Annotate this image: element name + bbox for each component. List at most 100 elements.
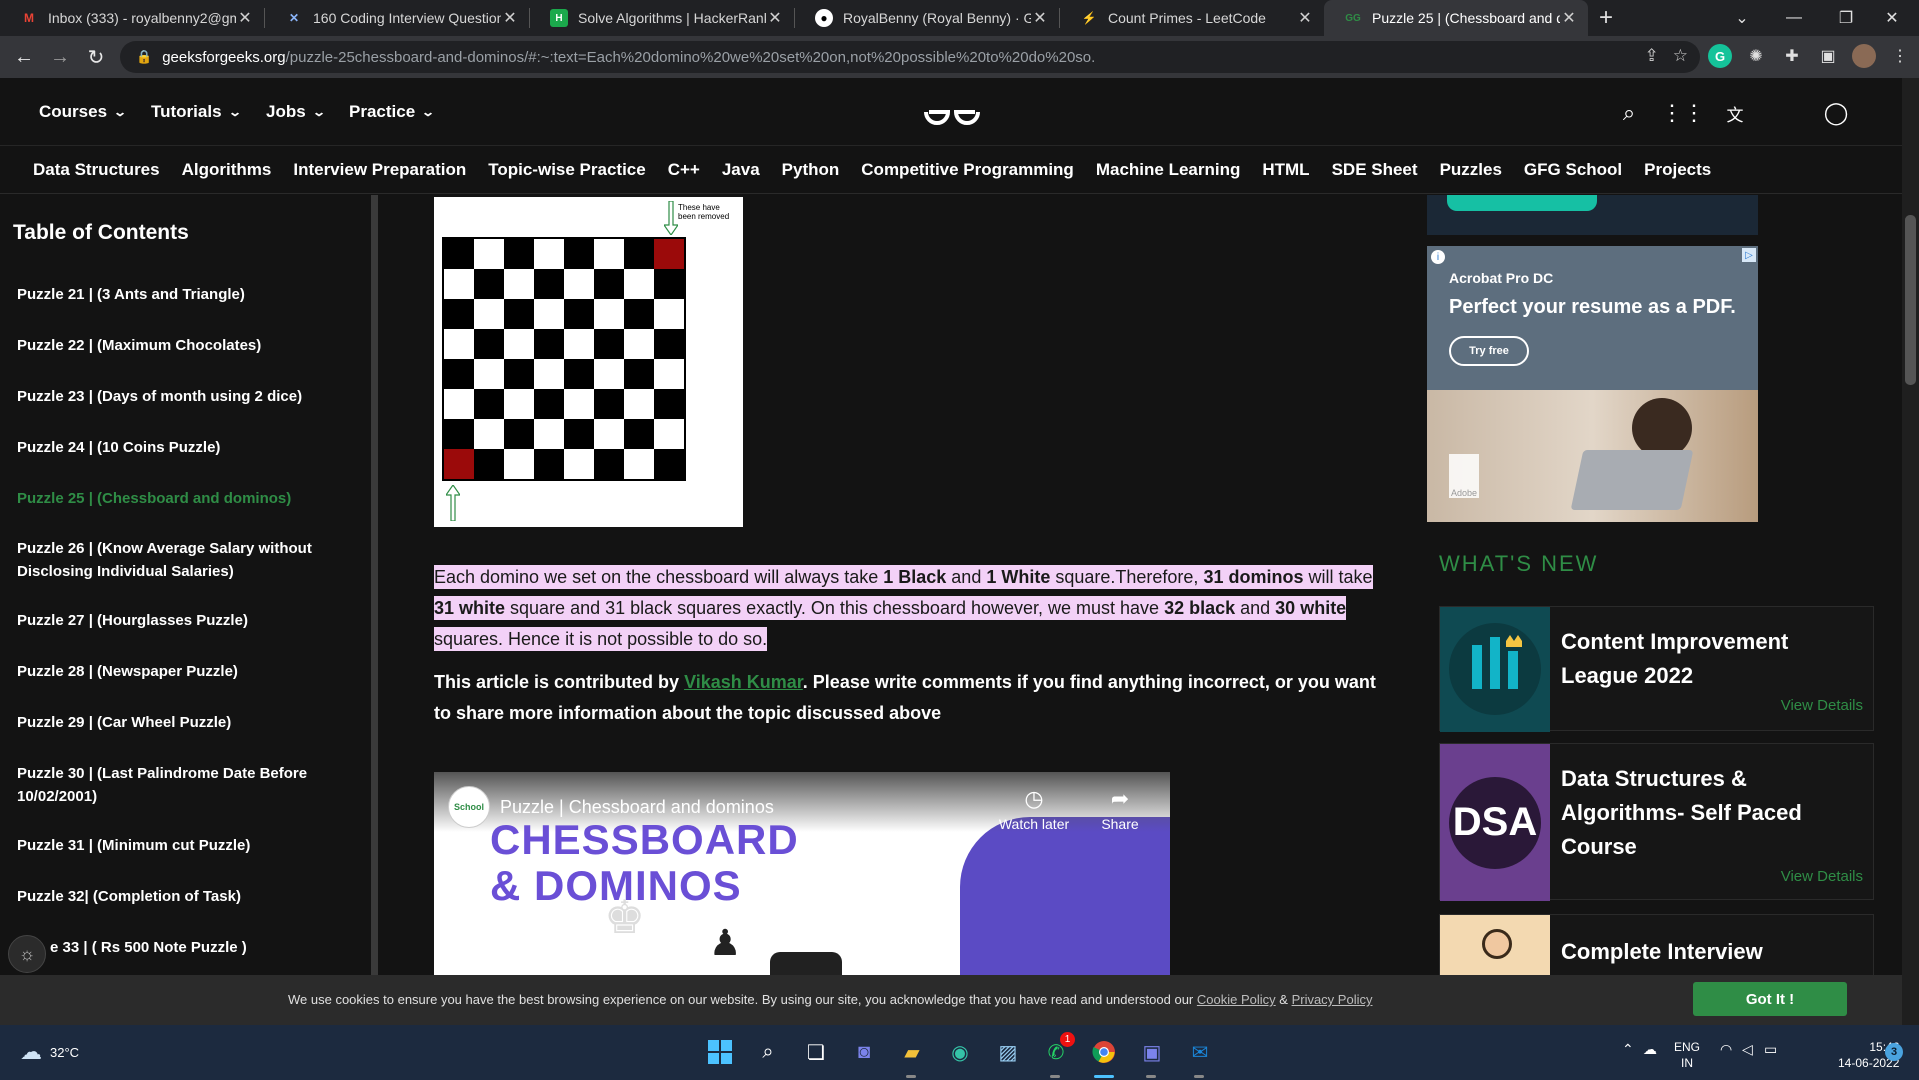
extension-icon[interactable]: ✺ <box>1744 44 1768 68</box>
ad-banner-button[interactable] <box>1447 195 1597 211</box>
toc-item[interactable]: e 33 | ( Rs 500 Note Puzzle ) <box>50 936 370 959</box>
toc-item[interactable]: Puzzle 21 | (3 Ants and Triangle) <box>17 283 337 306</box>
cookie-policy-link[interactable]: Cookie Policy <box>1197 992 1276 1007</box>
browser-tab[interactable]: H Solve Algorithms | HackerRank ✕ <box>530 0 794 36</box>
close-icon[interactable]: ✕ <box>501 8 519 28</box>
volume-icon[interactable]: ◁ <box>1742 1041 1753 1058</box>
toc-item[interactable]: Puzzle 29 | (Car Wheel Puzzle) <box>17 711 337 734</box>
close-icon[interactable]: ✕ <box>1031 8 1049 28</box>
toc-item[interactable]: Puzzle 30 | (Last Palindrome Date Before… <box>17 762 337 808</box>
toc-item[interactable]: Puzzle 32| (Completion of Task) <box>17 885 337 908</box>
toc-item[interactable]: Puzzle 24 | (10 Coins Puzzle) <box>17 436 337 459</box>
weather-widget[interactable]: ☁ 32°C <box>20 1039 79 1065</box>
wifi-icon[interactable]: ◠ <box>1720 1041 1732 1058</box>
forward-icon[interactable]: → <box>42 39 78 75</box>
toc-item[interactable]: Puzzle 23 | (Days of month using 2 dice) <box>17 385 337 408</box>
video-title[interactable]: Puzzle | Chessboard and dominos <box>500 797 774 818</box>
subnav-machine-learning[interactable]: Machine Learning <box>1096 160 1241 180</box>
watch-later-button[interactable]: ◷ Watch later <box>994 786 1074 832</box>
advertisement[interactable]: i ▷ Acrobat Pro DC Perfect your resume a… <box>1427 246 1758 522</box>
page-scrollbar-thumb[interactable] <box>1905 215 1916 385</box>
video-player[interactable]: School Puzzle | Chessboard and dominos C… <box>434 772 1170 975</box>
view-details-link[interactable]: View Details <box>1781 868 1863 885</box>
news-card[interactable]: Content Improvement League 2022 View Det… <box>1439 606 1874 732</box>
subnav-puzzles[interactable]: Puzzles <box>1440 160 1502 180</box>
window-close-icon[interactable]: ✕ <box>1866 0 1918 36</box>
subnav-java[interactable]: Java <box>722 160 760 180</box>
settings-gear-icon[interactable]: ☼ <box>8 935 46 973</box>
subnav-projects[interactable]: Projects <box>1644 160 1711 180</box>
close-icon[interactable]: ✕ <box>1296 8 1314 28</box>
subnav-algorithms[interactable]: Algorithms <box>182 160 272 180</box>
browser-tab[interactable]: M Inbox (333) - royalbenny2@gmai ✕ <box>0 0 264 36</box>
browser-tab[interactable]: ⚡ Count Primes - LeetCode ✕ <box>1060 0 1324 36</box>
toc-item[interactable]: Puzzle 22 | (Maximum Chocolates) <box>17 334 337 357</box>
play-button[interactable] <box>770 952 842 975</box>
subnav-html[interactable]: HTML <box>1262 160 1309 180</box>
chat-icon[interactable]: ◙ <box>848 1036 880 1068</box>
menu-tutorials[interactable]: Tutorials ⌄ <box>151 102 242 122</box>
battery-icon[interactable]: ▭ <box>1764 1041 1777 1058</box>
puzzle-piece-icon[interactable]: ✚ <box>1780 44 1804 68</box>
profile-avatar[interactable] <box>1852 44 1876 68</box>
card-title[interactable]: Complete Interview <box>1561 935 1861 969</box>
chrome-menu-icon[interactable]: ⋮ <box>1888 44 1912 68</box>
toc-item[interactable]: Puzzle 31 | (Minimum cut Puzzle) <box>17 834 337 857</box>
close-icon[interactable]: ✕ <box>236 8 254 28</box>
menu-practice[interactable]: Practice ⌄ <box>349 102 435 122</box>
sidebar-icon[interactable]: ▣ <box>1816 44 1840 68</box>
apps-grid-icon[interactable]: ⋮⋮ <box>1661 100 1705 126</box>
toc-item[interactable]: Puzzle 26 | (Know Average Salary without… <box>17 537 337 583</box>
search-icon[interactable]: ⌕ <box>1616 100 1642 126</box>
task-view-icon[interactable]: ❏ <box>800 1036 832 1068</box>
subnav-interview-preparation[interactable]: Interview Preparation <box>293 160 466 180</box>
news-card[interactable]: DSA Data Structures & Algorithms- Self P… <box>1439 743 1874 901</box>
subnav-gfg-school[interactable]: GFG School <box>1524 160 1622 180</box>
browser-tab[interactable]: ● RoyalBenny (Royal Benny) · GitHu ✕ <box>795 0 1059 36</box>
card-title[interactable]: Content Improvement League 2022 <box>1561 625 1861 693</box>
news-card[interactable]: Complete Interview <box>1439 914 1874 984</box>
toc-scrollbar[interactable] <box>371 195 378 975</box>
card-title[interactable]: Data Structures & Algorithms- Self Paced… <box>1561 762 1861 864</box>
bookmark-star-icon[interactable]: ☆ <box>1673 46 1688 66</box>
toc-item-current[interactable]: Puzzle 25 | (Chessboard and dominos) <box>17 487 337 510</box>
cookie-accept-button[interactable]: Got It ! <box>1693 982 1847 1016</box>
new-tab-button[interactable]: + <box>1588 0 1624 36</box>
browser-tab-active[interactable]: GG Puzzle 25 | (Chessboard and dom ✕ <box>1324 0 1588 36</box>
subnav-cpp[interactable]: C++ <box>668 160 700 180</box>
privacy-policy-link[interactable]: Privacy Policy <box>1292 992 1373 1007</box>
chevron-up-icon[interactable]: ⌃ <box>1622 1041 1634 1058</box>
gfg-logo[interactable] <box>920 92 984 132</box>
subnav-topic-wise-practice[interactable]: Topic-wise Practice <box>488 160 645 180</box>
file-explorer-icon[interactable]: ▰ <box>896 1036 928 1068</box>
view-details-link[interactable]: View Details <box>1781 697 1863 714</box>
edge-icon[interactable]: ◉ <box>944 1036 976 1068</box>
toc-item[interactable]: Puzzle 28 | (Newspaper Puzzle) <box>17 660 337 683</box>
teams-icon[interactable]: ▣ <box>1136 1036 1168 1068</box>
ad-choices-icon[interactable]: ▷ <box>1742 248 1756 262</box>
share-button[interactable]: ➦ Share <box>1080 786 1160 832</box>
menu-jobs[interactable]: Jobs ⌄ <box>266 102 326 122</box>
close-icon[interactable]: ✕ <box>766 8 784 28</box>
close-icon[interactable]: ✕ <box>1560 8 1578 28</box>
author-link[interactable]: Vikash Kumar <box>684 672 803 692</box>
restore-icon[interactable]: ❐ <box>1820 0 1872 36</box>
browser-tab[interactable]: ✕ 160 Coding Interview Questions ✕ <box>265 0 529 36</box>
subnav-competitive-programming[interactable]: Competitive Programming <box>861 160 1074 180</box>
lock-icon[interactable]: 🔒 <box>136 49 152 65</box>
grammarly-icon[interactable]: G <box>1708 44 1732 68</box>
chrome-icon[interactable] <box>1088 1036 1120 1068</box>
minimize-icon[interactable]: — <box>1768 0 1820 36</box>
tab-search-icon[interactable]: ⌄ <box>1716 0 1768 36</box>
address-bar[interactable]: 🔒 geeksforgeeks.org /puzzle-25chessboard… <box>120 41 1700 73</box>
outlook-icon[interactable]: ✉ <box>1184 1036 1216 1068</box>
translate-icon[interactable]: 文 <box>1722 100 1748 126</box>
subnav-sde-sheet[interactable]: SDE Sheet <box>1332 160 1418 180</box>
user-icon[interactable]: ◯ <box>1823 100 1849 126</box>
photos-icon[interactable]: ▨ <box>992 1036 1024 1068</box>
notification-count[interactable]: 3 <box>1885 1043 1903 1061</box>
channel-logo[interactable]: School <box>448 786 490 828</box>
onedrive-icon[interactable]: ☁ <box>1643 1041 1657 1058</box>
share-icon[interactable]: ⇪ <box>1645 46 1659 66</box>
search-icon[interactable]: ⌕ <box>752 1036 784 1068</box>
